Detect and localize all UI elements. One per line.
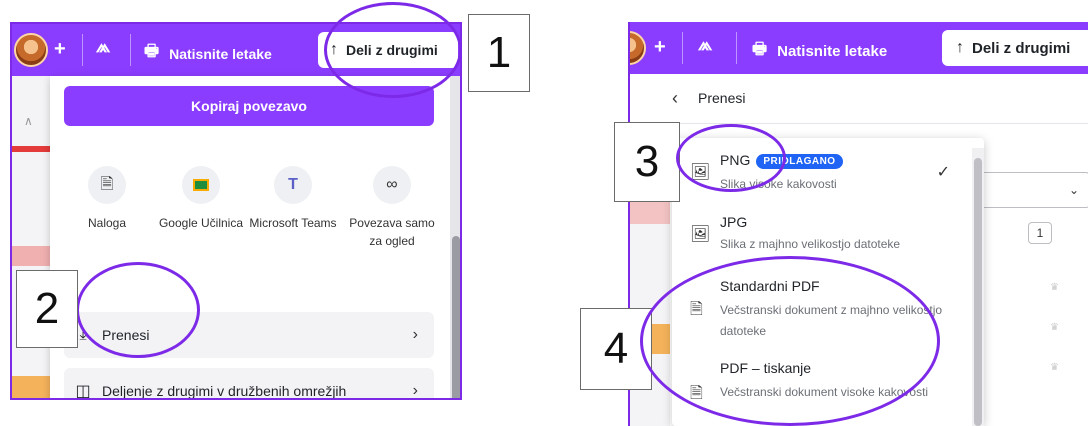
format-name: JPG [720,214,748,230]
crown-icon: ♛ [1050,282,1059,293]
crown-icon: ♛ [1050,362,1059,373]
share-icon: ↑ [330,41,338,58]
share-option-view-only-link[interactable]: ∞ Povezava samo za ogled [342,166,442,250]
top-toolbar: + ⩕ 🖶 Natisnite letake ↑ Deli z drugimi [630,22,1088,74]
chevron-up-icon: ∧ [24,114,33,128]
chevron-right-icon: › [412,326,418,343]
crown-icon: ♛ [1050,322,1059,333]
format-description: Slika visoke kakovosti [720,177,837,191]
social-share-label: Deljenje z drugimi v družbenih omrežjih [102,383,347,399]
recommended-badge: PRIDLAGANO [756,154,843,169]
top-toolbar: + ⩕ 🖶 Natisnite letake ↑ Deli z drugimi [12,24,460,76]
download-label: Prenesi [102,327,150,343]
toolbar-divider [130,34,131,66]
google-classroom-icon [182,166,220,204]
insights-icon[interactable]: ⩕ [698,34,712,55]
add-button-label: + [654,36,666,58]
print-flyers-label: Natisnite letake [777,43,888,60]
scrollbar[interactable] [450,76,460,398]
checkmark-icon: ✓ [936,164,950,181]
scrollbar[interactable] [972,148,984,426]
image-icon: 🖼 [690,164,711,181]
print-flyers-label: Natisnite letake [169,45,272,62]
scrollbar-thumb[interactable] [452,236,460,398]
toolbar-divider [82,34,83,66]
avatar[interactable] [630,31,646,65]
copy-link-label: Kopiraj povezavo [191,98,307,114]
format-option-png[interactable]: 🖼 PNG PRIDLAGANO Slika visoke kakovosti ✓ [672,138,972,202]
insights-icon[interactable]: ⩕ [96,36,110,57]
callout-number: 1 [468,14,530,92]
share-button[interactable]: ↑ Deli z drugimi [318,32,458,68]
format-option-pdf-print[interactable]: 🗎 PDF – tiskanje Večstranski dokument vi… [672,350,972,426]
share-option-assignment[interactable]: 🗎 Naloga [62,166,152,232]
format-description: Slika z majhno velikostjo datoteke [720,237,901,251]
editor-background: ∧ [12,76,50,398]
pdf-document-icon: 🗎 [690,385,703,402]
share-option-google-classroom[interactable]: Google Učilnica [156,166,246,232]
canvas-preview [12,376,50,398]
social-share-item[interactable]: ◫ Deljenje z drugimi v družbenih omrežji… [64,368,434,400]
callout-number: 3 [614,122,680,202]
toolbar-divider [736,32,737,64]
share-button[interactable]: ↑ Deli z drugimi [942,30,1088,66]
download-title: Prenesi [698,90,746,106]
share-option-label: Povezava samo za ogled [349,216,435,248]
pdf-document-icon: 🗎 [690,301,703,318]
format-name: PNG PRIDLAGANO [720,152,843,169]
share-option-label: Google Učilnica [158,216,244,230]
share-option-label: Microsoft Teams [249,216,337,230]
microsoft-teams-icon: T [274,166,312,204]
social-share-icon: ◫ [75,383,91,400]
print-icon: 🖶 [752,41,768,58]
right-screenshot: + ⩕ 🖶 Natisnite letake ↑ Deli z drugimi … [628,22,1088,426]
add-button-label: + [54,38,66,60]
format-option-standard-pdf[interactable]: 🗎 Standardni PDF Večstranski dokument z … [672,266,972,346]
document-icon: 🗎 [88,166,126,204]
size-value: 1 [1036,226,1044,240]
share-option-microsoft-teams[interactable]: T Microsoft Teams [248,166,338,232]
add-button[interactable]: + [654,36,666,59]
back-arrow-icon[interactable]: ‹ [672,88,678,109]
callout-label: 2 [34,284,60,333]
callout-number: 4 [580,308,652,390]
print-icon: 🖶 [144,43,160,60]
format-name: PDF – tiskanje [720,360,812,376]
format-name-text: PNG [720,152,751,168]
download-item[interactable]: ⤓ Prenesi › [64,312,434,358]
share-icon: ↑ [956,39,964,56]
chevron-right-icon: › [412,382,418,399]
callout-label: 4 [603,324,629,373]
print-flyers-button[interactable]: 🖶 Natisnite letake [144,40,272,67]
format-option-jpg[interactable]: 🖼 JPG Slika z majhno velikostjo datoteke [672,202,972,262]
callout-label: 1 [486,28,512,77]
toolbar-divider [682,32,683,64]
share-button-label: Deli z drugimi [972,39,1071,57]
format-description: Večstranski dokument visoke kakovosti [720,385,929,399]
print-flyers-button[interactable]: 🖶 Natisnite letake [752,38,887,65]
callout-number: 2 [16,270,78,348]
share-option-label: Naloga [87,216,127,230]
download-header: ‹ Prenesi [630,74,1088,124]
link-icon: ∞ [373,166,411,204]
chevron-down-icon: ⌄ [1068,183,1079,197]
canvas-preview [12,146,50,152]
format-name: Standardni PDF [720,278,820,294]
scrollbar-thumb[interactable] [974,158,982,426]
callout-label: 3 [634,137,660,186]
copy-link-button[interactable]: Kopiraj povezavo [64,86,434,126]
file-type-menu: 🖼 PNG PRIDLAGANO Slika visoke kakovosti ✓… [672,138,984,426]
share-button-label: Deli z drugimi [346,42,438,58]
canvas-preview [12,246,50,266]
share-dropdown: Kopiraj povezavo 🗎 Naloga Google Učilnic… [50,76,450,400]
avatar[interactable] [14,33,48,67]
image-icon: 🖼 [690,226,711,243]
size-input[interactable]: 1 [1028,222,1052,244]
format-description: Večstranski dokument z majhno velikostjo… [720,303,943,338]
add-button[interactable]: + [54,38,66,61]
